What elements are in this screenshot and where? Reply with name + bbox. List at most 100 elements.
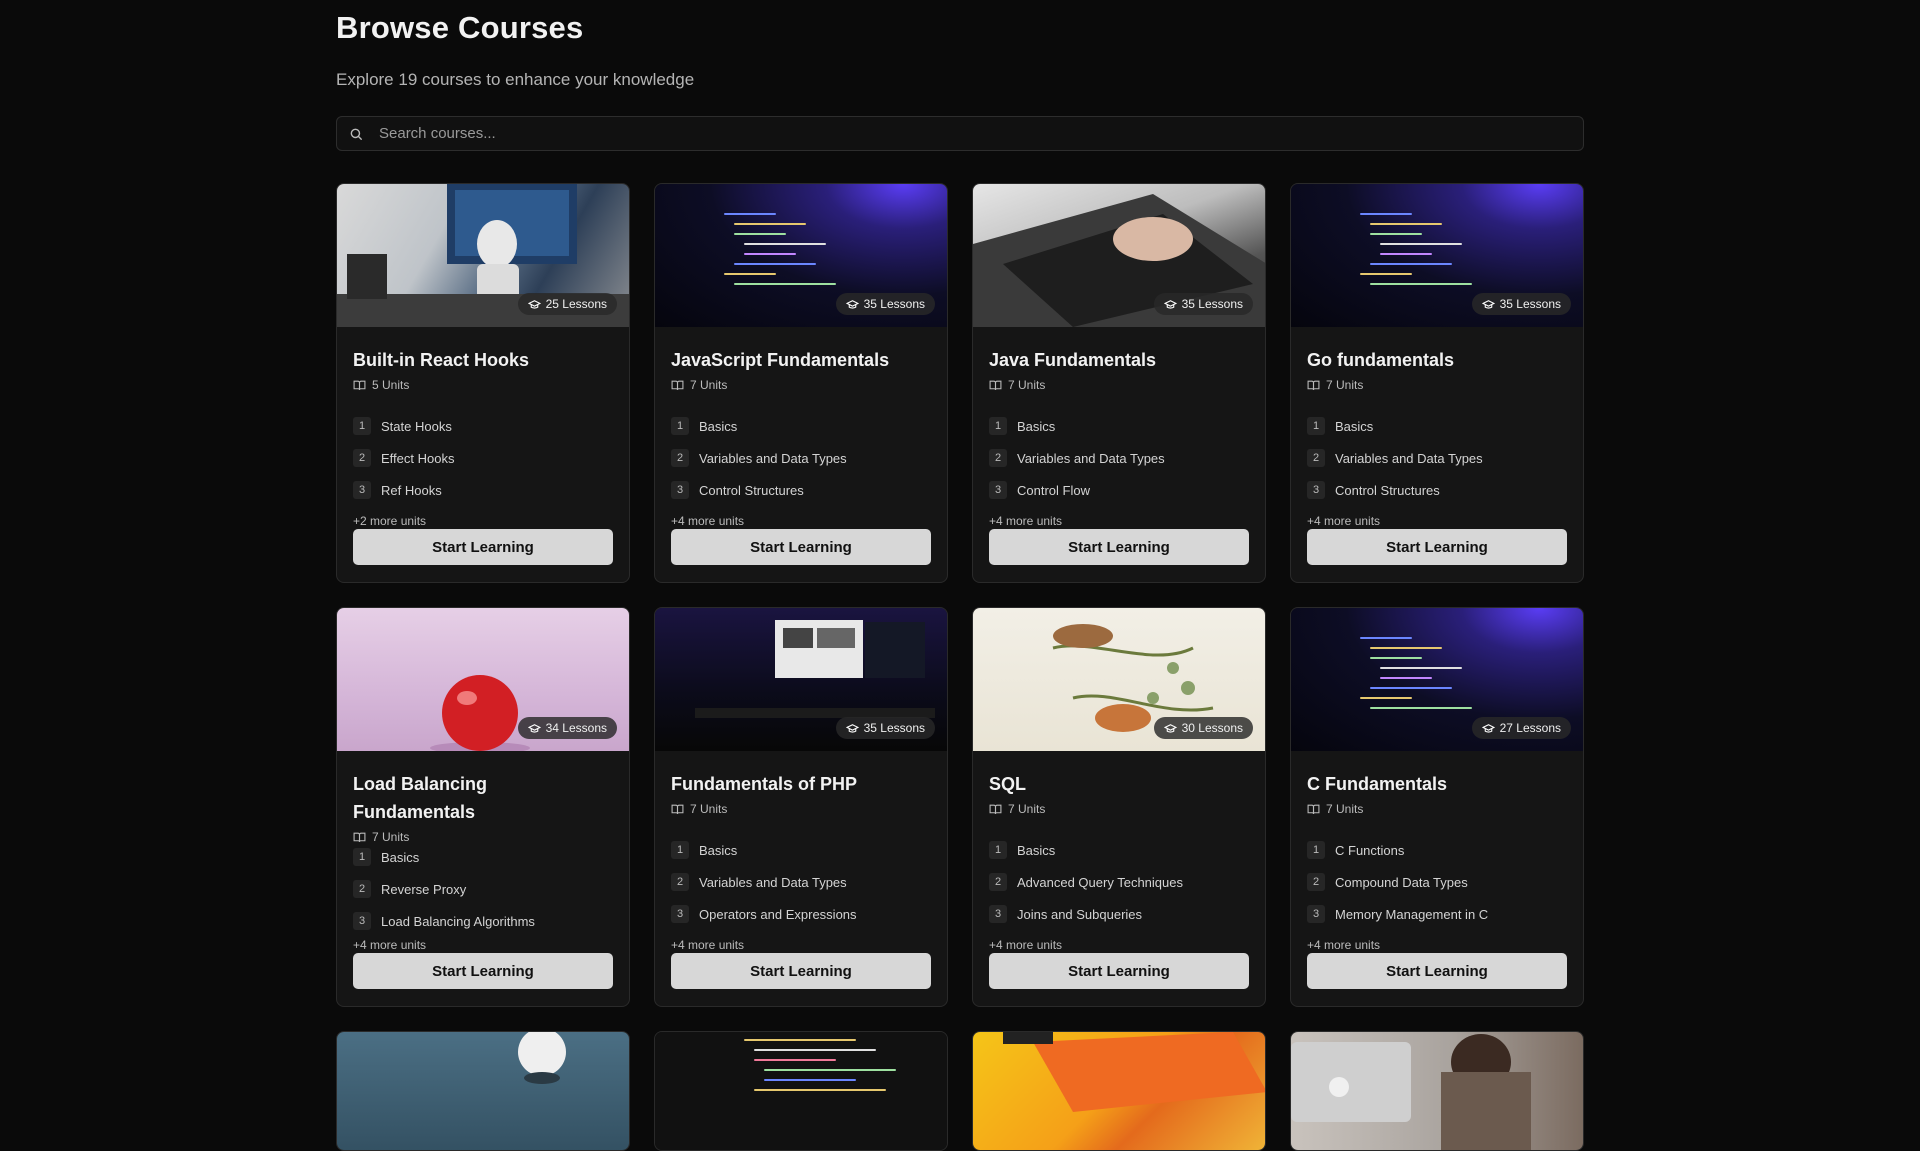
course-card: 35 Lessons Fundamentals of PHP 7 Units 1… <box>654 607 948 1007</box>
unit-item: 3 Memory Management in C <box>1307 903 1567 925</box>
unit-list: 1 Basics 2 Variables and Data Types 3 Contr… <box>671 415 931 501</box>
units-count: 7 Units <box>1307 800 1567 818</box>
more-units: +2 more units <box>353 514 427 528</box>
lessons-badge: 35 Lessons <box>835 717 935 739</box>
graduation-cap-icon <box>1481 723 1495 733</box>
page-title: Browse Courses <box>336 10 584 45</box>
unit-list: 1 Basics 2 Variables and Data Types 3 Contr… <box>1307 415 1567 501</box>
book-icon <box>1307 804 1320 814</box>
lessons-badge: 27 Lessons <box>1471 717 1571 739</box>
course-card: 35 Lessons Go fundamentals 7 Units 1 Basi… <box>1290 183 1584 583</box>
more-units: +4 more units <box>989 938 1063 952</box>
course-thumbnail <box>337 1032 629 1150</box>
course-card: 34 Lessons Load Balancing Fundamentals 7… <box>336 607 630 1007</box>
graduation-cap-icon <box>845 299 859 309</box>
units-count: 7 Units <box>989 800 1249 818</box>
start-learning-button[interactable]: Start Learning <box>353 529 613 565</box>
graduation-cap-icon <box>527 723 541 733</box>
unit-item: 1 Basics <box>353 846 613 868</box>
unit-item: 1 Basics <box>671 415 931 437</box>
course-card: 27 Lessons C Fundamentals 7 Units 1C Fun… <box>1290 607 1584 1007</box>
course-title: JavaScript Fundamentals <box>671 350 890 370</box>
unit-item: 2 Effect Hooks <box>353 447 613 469</box>
course-card <box>336 1031 630 1151</box>
courses-page: Browse Courses Explore 19 courses to enh… <box>336 0 1584 1151</box>
lessons-badge: 25 Lessons <box>517 293 617 315</box>
unit-item: 3 Operators and Expressions <box>671 903 931 925</box>
course-thumbnail: 34 Lessons <box>337 608 629 751</box>
course-thumbnail <box>655 1032 947 1150</box>
unit-list: 1 Basics 2 Advanced Query Techniques 3 Join… <box>989 839 1249 925</box>
course-card: 30 Lessons SQL 7 Units 1 Basics 2 Advanced… <box>972 607 1266 1007</box>
unit-item: 2 Variables and Data Types <box>1307 447 1567 469</box>
more-units: +4 more units <box>671 514 745 528</box>
course-title: SQL <box>989 774 1027 794</box>
course-title: C Fundamentals <box>1307 774 1448 794</box>
unit-list: 1 Basics 2 Variables and Data Types 3 Opera… <box>671 839 931 925</box>
unit-item: 2 Compound Data Types <box>1307 871 1567 893</box>
unit-item: 3 Load Balancing Algorithms <box>353 910 613 932</box>
start-learning-button[interactable]: Start Learning <box>989 529 1249 565</box>
graduation-cap-icon <box>845 723 859 733</box>
search-icon <box>349 126 365 142</box>
unit-item: 1 Basics <box>671 839 931 861</box>
unit-item: 1C Functions <box>1307 839 1567 861</box>
unit-item: 1 State Hooks <box>353 415 613 437</box>
course-thumbnail: 35 Lessons <box>973 184 1265 327</box>
lessons-badge: 30 Lessons <box>1153 717 1253 739</box>
unit-item: 3 Control Flow <box>989 479 1249 501</box>
units-count: 7 Units <box>671 800 931 818</box>
start-learning-button[interactable]: Start Learning <box>989 953 1249 989</box>
course-card <box>1290 1031 1584 1151</box>
book-icon <box>671 380 684 390</box>
units-count: 7 Units <box>989 376 1249 394</box>
start-learning-button[interactable]: Start Learning <box>1307 529 1567 565</box>
start-learning-button[interactable]: Start Learning <box>1307 953 1567 989</box>
more-units: +4 more units <box>1307 938 1381 952</box>
unit-list: 1 State Hooks 2 Effect Hooks 3 Ref Hooks <box>353 415 613 501</box>
course-title: Load Balancing Fundamentals <box>353 774 488 822</box>
unit-item: 3 Ref Hooks <box>353 479 613 501</box>
unit-item: 2 Variables and Data Types <box>671 871 931 893</box>
course-thumbnail: 35 Lessons <box>1291 184 1583 327</box>
unit-item: 3 Control Structures <box>671 479 931 501</box>
graduation-cap-icon <box>1163 723 1177 733</box>
unit-item: 1 Basics <box>989 839 1249 861</box>
course-title: Built-in React Hooks <box>353 350 530 370</box>
page-subtitle: Explore 19 courses to enhance your knowl… <box>336 70 695 89</box>
book-icon <box>353 380 366 390</box>
unit-list: 1 Basics 2 Reverse Proxy 3 Load Balancing A… <box>353 846 613 932</box>
unit-list: 1C Functions 2 Compound Data Types 3 Memor… <box>1307 839 1567 925</box>
course-card: 35 Lessons JavaScript Fundamentals 7 Uni… <box>654 183 948 583</box>
search-bar[interactable] <box>336 116 1584 151</box>
lessons-badge: 35 Lessons <box>1153 293 1253 315</box>
course-card <box>972 1031 1266 1151</box>
unit-item: 1 Basics <box>989 415 1249 437</box>
course-thumbnail <box>973 1032 1265 1150</box>
more-units: +4 more units <box>353 938 427 952</box>
lessons-badge: 34 Lessons <box>517 717 617 739</box>
course-card <box>654 1031 948 1151</box>
course-thumbnail <box>1291 1032 1583 1150</box>
course-title: Fundamentals of PHP <box>671 774 858 794</box>
course-title: Java Fundamentals <box>989 350 1157 370</box>
course-grid: 25 Lessons Built-in React Hooks 5 Units … <box>336 183 1584 1151</box>
start-learning-button[interactable]: Start Learning <box>671 953 931 989</box>
course-thumbnail: 35 Lessons <box>655 608 947 751</box>
lessons-badge: 35 Lessons <box>835 293 935 315</box>
unit-item: 2 Advanced Query Techniques <box>989 871 1249 893</box>
unit-item: 3 Joins and Subqueries <box>989 903 1249 925</box>
unit-item: 2 Variables and Data Types <box>671 447 931 469</box>
unit-item: 2 Variables and Data Types <box>989 447 1249 469</box>
units-count: 7 Units <box>353 828 613 846</box>
unit-item: 3 Control Structures <box>1307 479 1567 501</box>
course-card: 35 Lessons Java Fundamentals 7 Units 1 Ba… <box>972 183 1266 583</box>
search-input[interactable] <box>379 125 1583 142</box>
course-thumbnail: 30 Lessons <box>973 608 1265 751</box>
graduation-cap-icon <box>1481 299 1495 309</box>
course-thumbnail: 25 Lessons <box>337 184 629 327</box>
course-thumbnail: 35 Lessons <box>655 184 947 327</box>
more-units: +4 more units <box>671 938 745 952</box>
start-learning-button[interactable]: Start Learning <box>353 953 613 989</box>
start-learning-button[interactable]: Start Learning <box>671 529 931 565</box>
